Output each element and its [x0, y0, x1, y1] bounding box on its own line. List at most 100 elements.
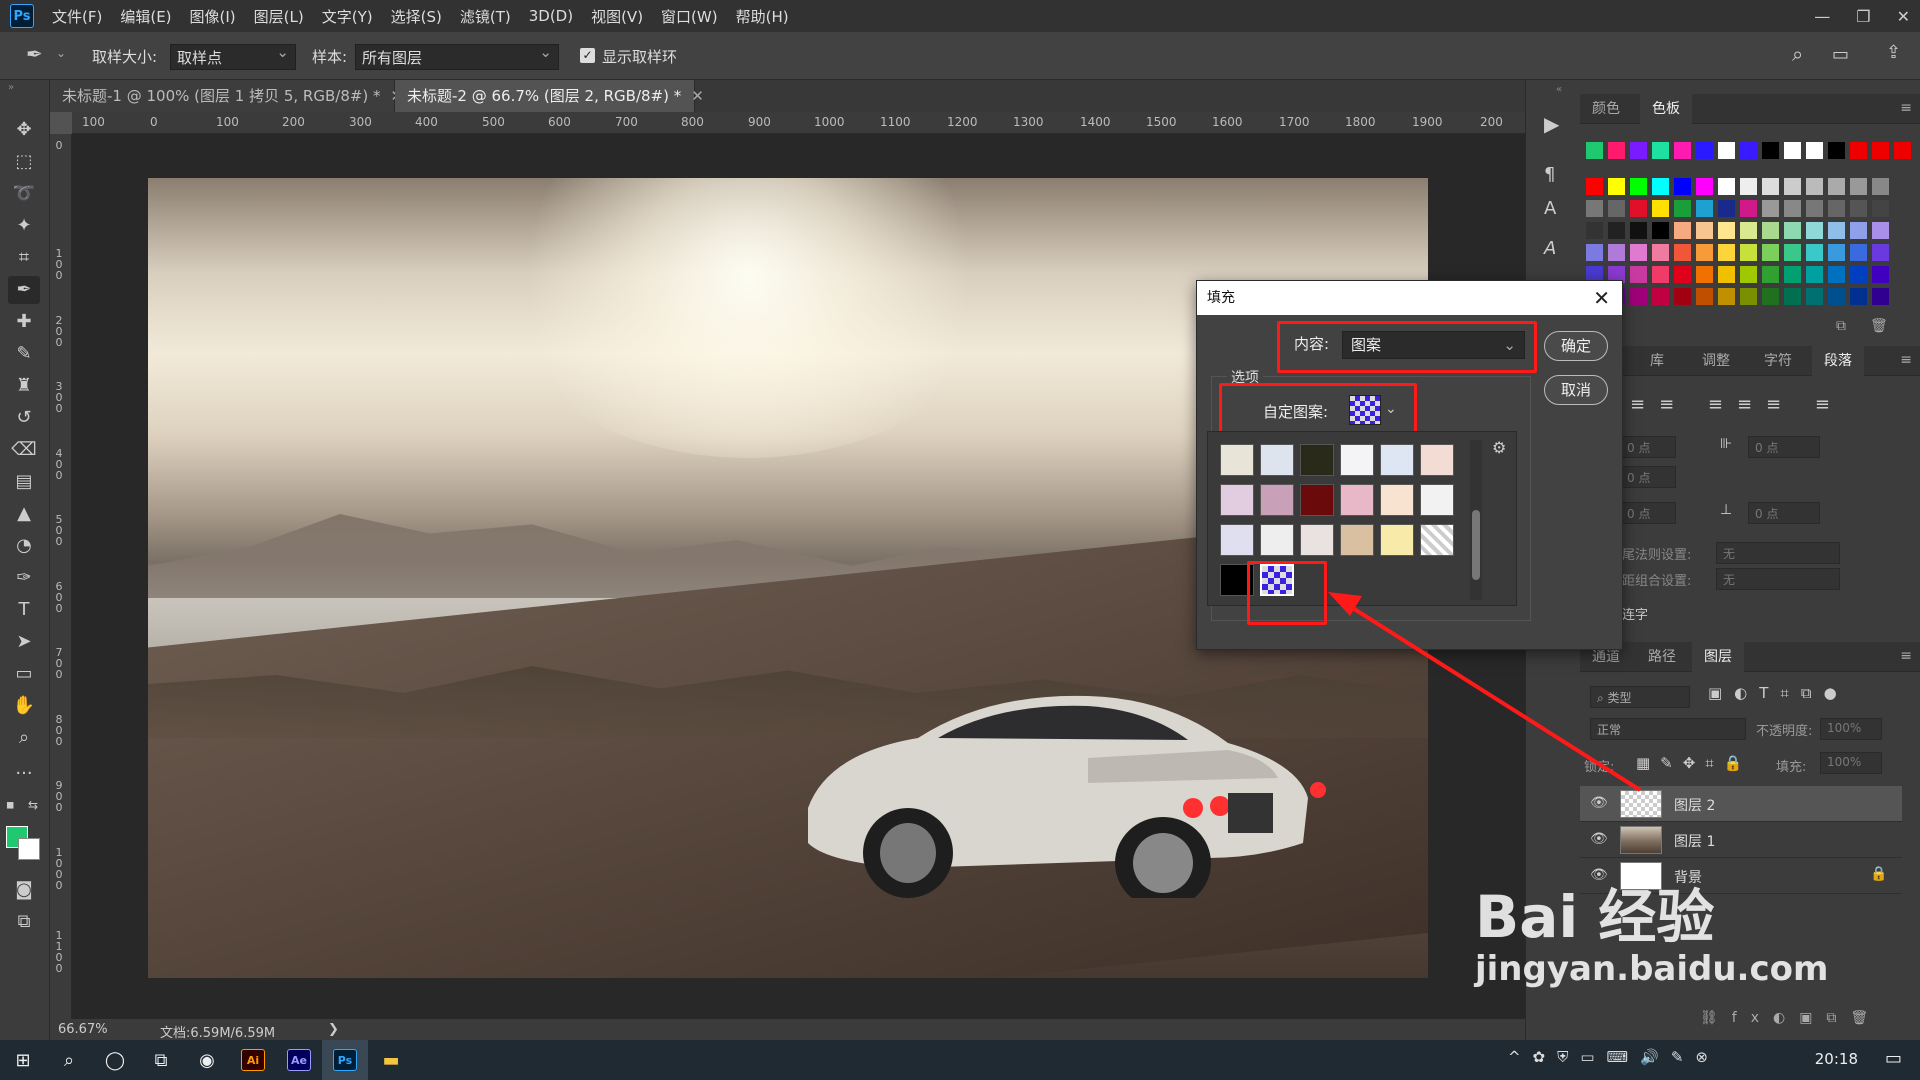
color-swatch[interactable] — [1784, 200, 1801, 217]
color-swatch[interactable] — [1674, 142, 1691, 159]
space-before-input[interactable]: 0 点 — [1620, 502, 1676, 524]
color-swatch[interactable] — [1806, 178, 1823, 195]
scrollbar-thumb[interactable] — [1472, 510, 1480, 580]
color-swatch[interactable] — [1806, 288, 1823, 305]
color-swatch[interactable] — [1696, 244, 1713, 261]
color-swatch[interactable] — [1740, 178, 1757, 195]
color-swatch[interactable] — [1740, 288, 1757, 305]
fill-input[interactable]: 100% — [1820, 752, 1882, 774]
color-swatch[interactable] — [1828, 222, 1845, 239]
picker-scrollbar[interactable] — [1470, 440, 1482, 600]
history-brush-tool-icon[interactable]: ↺ — [8, 404, 40, 432]
tab-untitled-2[interactable]: 未标题-2 @ 66.7% (图层 2, RGB/8#) * ✕ — [395, 80, 704, 112]
pattern-swatch[interactable] — [1380, 444, 1414, 476]
tab-paragraph[interactable]: 段落 — [1812, 346, 1864, 376]
collapse-icon[interactable]: « — [1556, 84, 1562, 95]
window-close-button[interactable]: ✕ — [1897, 7, 1910, 26]
pattern-swatch[interactable] — [1260, 444, 1294, 476]
play-icon[interactable]: ▶ — [1544, 112, 1559, 136]
clock[interactable]: 20:18 — [1815, 1050, 1858, 1068]
eyedropper-tool-icon[interactable]: ✒ — [8, 276, 40, 304]
color-swatch[interactable] — [1806, 266, 1823, 283]
cortana-icon[interactable]: ◯ — [92, 1040, 138, 1080]
pen-tool-icon[interactable]: ✑ — [8, 564, 40, 592]
zoom-level[interactable]: 66.67% — [58, 1022, 108, 1037]
color-swatch[interactable] — [1872, 222, 1889, 239]
color-swatch[interactable] — [1652, 266, 1669, 283]
dialog-close-icon[interactable]: ✕ — [1593, 286, 1610, 310]
color-swatch[interactable] — [1718, 222, 1735, 239]
zoom-tool-icon[interactable]: ⌕ — [8, 724, 40, 752]
workspace-icon[interactable]: ▭ — [1832, 44, 1849, 65]
color-swatch[interactable] — [1696, 288, 1713, 305]
pattern-swatch[interactable] — [1340, 444, 1374, 476]
search-icon[interactable]: ⌕ — [46, 1040, 92, 1080]
pattern-swatch[interactable] — [1220, 444, 1254, 476]
color-swatch[interactable] — [1872, 142, 1889, 159]
crop-tool-icon[interactable]: ⌗ — [8, 244, 40, 272]
color-swatch[interactable] — [1718, 244, 1735, 261]
pattern-swatch[interactable] — [1380, 524, 1414, 556]
gradient-tool-icon[interactable]: ▤ — [8, 468, 40, 496]
lock-icons[interactable]: ▦✎✥⌗🔒 — [1636, 754, 1752, 772]
color-swatch[interactable] — [1762, 288, 1779, 305]
color-swatch[interactable] — [1784, 266, 1801, 283]
after-effects-icon[interactable]: Ae — [276, 1040, 322, 1080]
windows-start-icon[interactable]: ⊞ — [0, 1040, 46, 1080]
color-swatch[interactable] — [1740, 244, 1757, 261]
color-swatch[interactable] — [1630, 266, 1647, 283]
space-after-input[interactable]: 0 点 — [1748, 502, 1820, 524]
color-swatch[interactable] — [1850, 178, 1867, 195]
menu-edit[interactable]: 编辑(E) — [120, 6, 171, 27]
color-swatch[interactable] — [1828, 288, 1845, 305]
color-swatch[interactable] — [1762, 178, 1779, 195]
menu-help[interactable]: 帮助(H) — [736, 6, 789, 27]
tab-swatches[interactable]: 色板 — [1640, 94, 1692, 124]
color-swatch[interactable] — [1718, 178, 1735, 195]
color-swatch[interactable] — [1762, 200, 1779, 217]
color-swatch[interactable] — [1696, 266, 1713, 283]
color-swatch[interactable] — [1674, 178, 1691, 195]
rectangle-tool-icon[interactable]: ▭ — [8, 660, 40, 688]
compose-select[interactable]: 无 — [1716, 568, 1840, 590]
tab-character[interactable]: 字符 — [1752, 346, 1804, 376]
pattern-swatch[interactable] — [1260, 484, 1294, 516]
swap-colors-icon[interactable]: ⇆ — [28, 798, 38, 812]
pattern-swatch[interactable] — [1340, 484, 1374, 516]
layer-filter-select[interactable]: ⌕ 类型 — [1590, 686, 1690, 708]
pattern-swatch[interactable] — [1220, 524, 1254, 556]
status-arrow-icon[interactable]: ❯ — [328, 1022, 339, 1037]
color-swatch[interactable] — [1652, 200, 1669, 217]
panel-menu-icon[interactable]: ≡ — [1900, 100, 1912, 116]
tab-color[interactable]: 颜色 — [1580, 94, 1632, 124]
brush-tool-icon[interactable]: ✎ — [8, 340, 40, 368]
pattern-swatch[interactable] — [1340, 524, 1374, 556]
color-swatch[interactable] — [1806, 222, 1823, 239]
glyphs-icon[interactable]: A — [1544, 238, 1556, 259]
menu-3d[interactable]: 3D(D) — [529, 7, 573, 25]
search-icon[interactable]: ⌕ — [1792, 42, 1803, 66]
color-swatch[interactable] — [1652, 288, 1669, 305]
color-swatch[interactable] — [1850, 142, 1867, 159]
color-swatch[interactable] — [1850, 244, 1867, 261]
dialog-titlebar[interactable]: 填充 — [1197, 281, 1622, 315]
color-swatch[interactable] — [1850, 266, 1867, 283]
panel-menu-icon[interactable]: ≡ — [1900, 352, 1912, 368]
gear-icon[interactable]: ⚙ — [1492, 438, 1506, 457]
color-swatch[interactable] — [1608, 222, 1625, 239]
color-swatch[interactable] — [1674, 200, 1691, 217]
color-swatch[interactable] — [1630, 142, 1647, 159]
color-swatch[interactable] — [1872, 266, 1889, 283]
dodge-tool-icon[interactable]: ◔ — [8, 532, 40, 560]
color-swatch[interactable] — [1828, 178, 1845, 195]
background-color-swatch[interactable] — [18, 838, 40, 860]
color-swatch[interactable] — [1696, 142, 1713, 159]
collapse-icon[interactable]: » — [8, 82, 14, 93]
tab-library[interactable]: 库 — [1638, 346, 1676, 376]
menu-view[interactable]: 视图(V) — [591, 6, 643, 27]
photoshop-taskbar-icon[interactable]: Ps — [322, 1040, 368, 1080]
color-swatch[interactable] — [1872, 178, 1889, 195]
color-swatch[interactable] — [1850, 222, 1867, 239]
color-swatch[interactable] — [1586, 178, 1603, 195]
pattern-swatch[interactable] — [1300, 484, 1334, 516]
